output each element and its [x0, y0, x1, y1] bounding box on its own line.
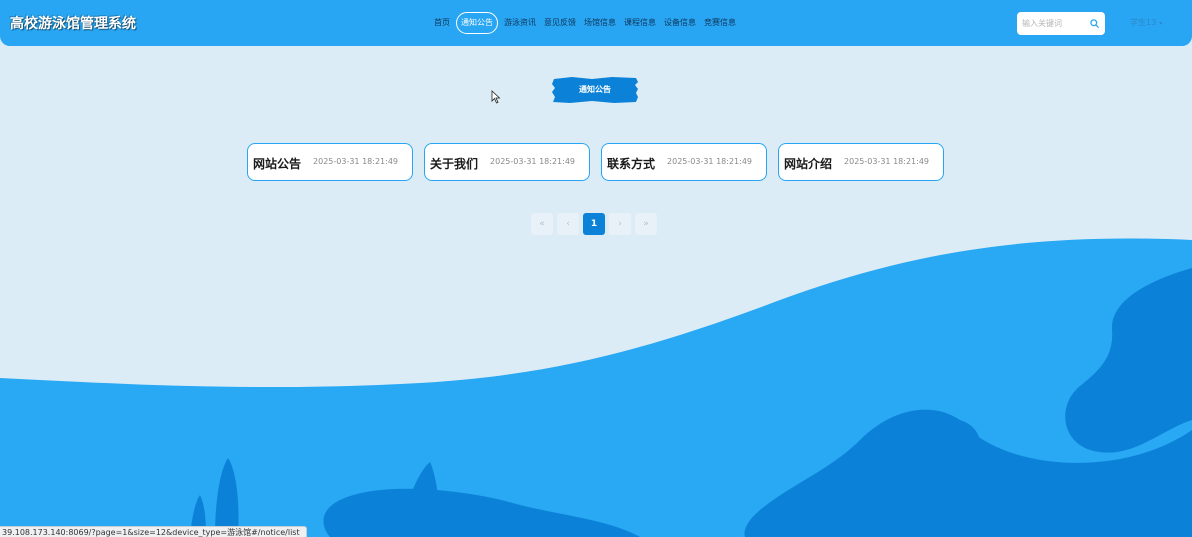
nav-item-notices[interactable]: 通知公告 [456, 12, 498, 34]
search-icon[interactable] [1087, 17, 1101, 31]
notice-card[interactable]: 网站介绍 2025-03-31 18:21:49 [778, 143, 944, 181]
chevron-down-icon: ▾ [1159, 20, 1163, 27]
nav-item-swim-news[interactable]: 游泳资讯 [500, 12, 540, 34]
status-bar-url: 39.108.173.140:8069/?page=1&size=12&devi… [0, 526, 307, 537]
nav-item-competitions[interactable]: 竞赛信息 [700, 12, 740, 34]
user-name: 学生13 [1130, 18, 1157, 27]
section-title: 通知公告 [579, 85, 611, 94]
last-page-button[interactable]: » [635, 213, 657, 235]
user-menu[interactable]: 学生13 ▾ [1130, 17, 1162, 28]
notice-card[interactable]: 关于我们 2025-03-31 18:21:49 [424, 143, 590, 181]
search-input[interactable] [1017, 13, 1083, 34]
notice-date: 2025-03-31 18:21:49 [667, 157, 752, 166]
main-nav: 首页 通知公告 游泳资讯 意见反馈 场馆信息 课程信息 设备信息 竞赛信息 [430, 12, 740, 34]
notice-date: 2025-03-31 18:21:49 [490, 157, 575, 166]
next-page-button[interactable]: › [609, 213, 631, 235]
pagination: « ‹ 1 › » [531, 213, 661, 235]
first-page-button[interactable]: « [531, 213, 553, 235]
search-box [1017, 12, 1105, 35]
top-navbar: 高校游泳馆管理系统 首页 通知公告 游泳资讯 意见反馈 场馆信息 课程信息 设备… [0, 0, 1192, 46]
nav-item-venues[interactable]: 场馆信息 [580, 12, 620, 34]
mouse-cursor-icon [491, 90, 501, 104]
notice-date: 2025-03-31 18:21:49 [313, 157, 398, 166]
notice-title: 关于我们 [430, 157, 479, 171]
notice-card[interactable]: 联系方式 2025-03-31 18:21:49 [601, 143, 767, 181]
section-title-banner: 通知公告 [552, 76, 638, 104]
notice-title: 网站公告 [253, 157, 302, 171]
nav-item-equipment[interactable]: 设备信息 [660, 12, 700, 34]
notice-list: 网站公告 2025-03-31 18:21:49 关于我们 2025-03-31… [247, 143, 955, 181]
notice-date: 2025-03-31 18:21:49 [844, 157, 929, 166]
prev-page-button[interactable]: ‹ [557, 213, 579, 235]
notice-card[interactable]: 网站公告 2025-03-31 18:21:49 [247, 143, 413, 181]
site-title[interactable]: 高校游泳馆管理系统 [10, 13, 136, 33]
nav-item-home[interactable]: 首页 [430, 12, 454, 34]
nav-item-courses[interactable]: 课程信息 [620, 12, 660, 34]
notice-title: 网站介绍 [784, 157, 833, 171]
page-button-current[interactable]: 1 [583, 213, 605, 235]
nav-item-feedback[interactable]: 意见反馈 [540, 12, 580, 34]
notice-title: 联系方式 [607, 157, 656, 171]
